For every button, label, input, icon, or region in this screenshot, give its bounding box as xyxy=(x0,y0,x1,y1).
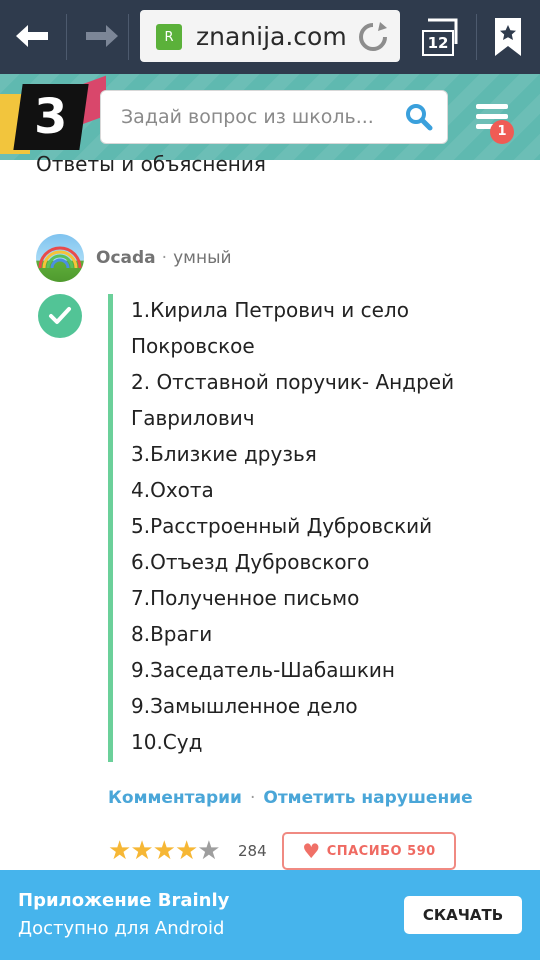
thanks-label: СПАСИБО 590 xyxy=(326,843,436,859)
avatar[interactable] xyxy=(36,234,84,282)
answer-line: 9.Заседатель-Шабашкин xyxy=(131,658,395,682)
author-rank: умный xyxy=(173,248,232,268)
star-filled-icon[interactable]: ★ xyxy=(153,838,176,864)
download-button[interactable]: СКАЧАТЬ xyxy=(404,896,522,934)
answer-line: Гаврилович xyxy=(131,406,255,430)
toolbar-divider xyxy=(66,14,67,60)
browser-toolbar: R znanija.com 12 xyxy=(0,0,540,74)
answer-line: 7.Полученное письмо xyxy=(131,586,360,610)
search-input[interactable] xyxy=(119,91,393,143)
star-empty-icon[interactable]: ★ xyxy=(197,838,220,864)
menu-icon xyxy=(476,104,508,109)
banner-title: Приложение Brainly xyxy=(18,890,230,911)
star-filled-icon[interactable]: ★ xyxy=(130,838,153,864)
answer-line: 3.Близкие друзья xyxy=(131,442,317,466)
heart-icon: ♥ xyxy=(302,839,321,863)
answer-line: 5.Расстроенный Дубровский xyxy=(131,514,433,538)
answer-line: 10.Суд xyxy=(131,730,203,754)
comments-link[interactable]: Комментарии xyxy=(108,788,242,808)
rating-stars[interactable]: ★ ★ ★ ★ ★ xyxy=(108,838,221,864)
answer-actions: Комментарии · Отметить нарушение xyxy=(108,788,473,808)
author-name[interactable]: Ocada xyxy=(96,248,156,268)
rainbow-avatar-icon xyxy=(38,246,82,269)
section-title: Ответы и объяснения xyxy=(36,152,266,176)
notification-badge: 1 xyxy=(490,120,514,144)
url-text[interactable]: znanija.com xyxy=(196,22,346,51)
logo-text: 3 xyxy=(34,89,68,145)
site-header: 3 1 xyxy=(0,74,540,160)
author-separator: · xyxy=(161,248,168,268)
author-info: Ocada · умный xyxy=(96,248,232,268)
verified-check-icon xyxy=(38,294,82,338)
star-filled-icon[interactable]: ★ xyxy=(108,838,131,864)
site-favicon-icon: R xyxy=(156,24,182,50)
banner-subtitle: Доступно для Android xyxy=(18,918,225,939)
checkmark-icon xyxy=(49,307,71,324)
answer-line: 2. Отставной поручик- Андрей xyxy=(131,370,455,394)
answer-line: 1.Кирила Петрович и село xyxy=(131,298,409,322)
answer-content: 1.Кирила Петрович и село Покровское 2. О… xyxy=(108,294,513,762)
arrow-left-icon xyxy=(16,25,48,47)
app-banner: Приложение Brainly Доступно для Android … xyxy=(0,870,540,960)
tabs-button[interactable]: 12 xyxy=(418,16,460,58)
rating-count: 284 xyxy=(238,842,267,860)
toolbar-divider xyxy=(476,14,477,60)
thanks-button[interactable]: ♥ СПАСИБО 590 xyxy=(282,832,456,870)
arrow-right-icon xyxy=(86,25,118,47)
forward-button[interactable] xyxy=(80,14,124,58)
answer-line: 4.Охота xyxy=(131,478,214,502)
report-link[interactable]: Отметить нарушение xyxy=(263,788,472,808)
search-icon[interactable] xyxy=(405,103,433,131)
star-filled-icon[interactable]: ★ xyxy=(175,838,198,864)
action-separator: · xyxy=(249,788,256,808)
address-bar[interactable]: R znanija.com xyxy=(140,10,400,62)
site-logo[interactable]: 3 xyxy=(13,84,89,150)
back-button[interactable] xyxy=(10,14,54,58)
menu-icon-line xyxy=(476,114,508,119)
search-box[interactable] xyxy=(100,90,448,144)
reload-icon[interactable] xyxy=(356,20,390,54)
bookmark-button[interactable] xyxy=(490,16,526,58)
toolbar-divider xyxy=(128,14,129,60)
answer-line: 8.Враги xyxy=(131,622,213,646)
bookmark-star-icon xyxy=(495,18,521,56)
answer-line: 6.Отъезд Дубровского xyxy=(131,550,370,574)
answer-line: 9.Замышленное дело xyxy=(131,694,358,718)
answer-line: Покровское xyxy=(131,334,255,358)
tab-count: 12 xyxy=(422,30,454,56)
